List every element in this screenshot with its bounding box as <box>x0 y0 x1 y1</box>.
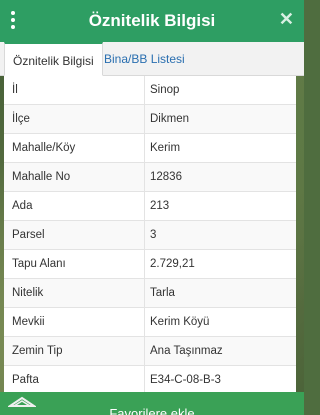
row-label: Tapu Alanı <box>12 258 66 270</box>
row-label: Parsel <box>12 229 45 241</box>
tab-building-list[interactable]: Bina/BB Listesi <box>96 42 193 76</box>
row-label: Nitelik <box>12 287 44 299</box>
panel-header: Öznitelik Bilgisi ✕ <box>0 0 304 42</box>
table-row: Mahalle/Köy Kerim <box>4 134 296 163</box>
table-row: Pafta E34-C-08-B-3 <box>4 366 296 395</box>
row-value: Dikmen <box>150 113 189 125</box>
row-value: 213 <box>150 200 170 212</box>
house-logo-icon <box>6 396 38 414</box>
table-row: Tapu Alanı 2.729,21 <box>4 250 296 279</box>
table-row: Nitelik Tarla <box>4 279 296 308</box>
row-value: E34-C-08-B-3 <box>150 374 221 386</box>
row-label: Pafta <box>12 374 39 386</box>
row-label: Mahalle No <box>12 171 71 183</box>
table-row: Parsel 3 <box>4 221 296 250</box>
table-row: Mevkii Kerim Köyü <box>4 308 296 337</box>
row-value: 2.729,21 <box>150 258 195 270</box>
row-value: 12836 <box>150 171 182 183</box>
row-label: Zemin Tip <box>12 345 63 357</box>
row-label: Ada <box>12 200 33 212</box>
tab-bar: Öznitelik Bilgisi Bina/BB Listesi <box>0 42 304 76</box>
attribute-table: İl Sinop İlçe Dikmen Mahalle/Köy Kerim M… <box>4 76 296 395</box>
table-row: Zemin Tip Ana Taşınmaz <box>4 337 296 366</box>
add-to-favorites-button[interactable]: Favorilere ekle <box>0 392 304 415</box>
row-value: Kerim Köyü <box>150 316 210 328</box>
table-row: İl Sinop <box>4 76 296 105</box>
table-row: İlçe Dikmen <box>4 105 296 134</box>
row-label: Mahalle/Köy <box>12 142 76 154</box>
row-label: İl <box>12 84 18 96</box>
attribute-panel: Öznitelik Bilgisi ✕ Öznitelik Bilgisi Bi… <box>0 0 304 415</box>
tab-attribute-info[interactable]: Öznitelik Bilgisi <box>4 42 103 76</box>
row-label: Mevkii <box>12 316 45 328</box>
row-value: Tarla <box>150 287 175 299</box>
table-row: Mahalle No 12836 <box>4 163 296 192</box>
row-label: İlçe <box>12 113 30 125</box>
panel-title: Öznitelik Bilgisi <box>88 11 216 30</box>
row-value: Ana Taşınmaz <box>150 345 223 357</box>
table-row: Ada 213 <box>4 192 296 221</box>
row-value: Kerim <box>150 142 181 154</box>
close-icon[interactable]: ✕ <box>279 9 294 30</box>
row-value: 3 <box>150 229 157 241</box>
row-value: Sinop <box>150 84 180 96</box>
